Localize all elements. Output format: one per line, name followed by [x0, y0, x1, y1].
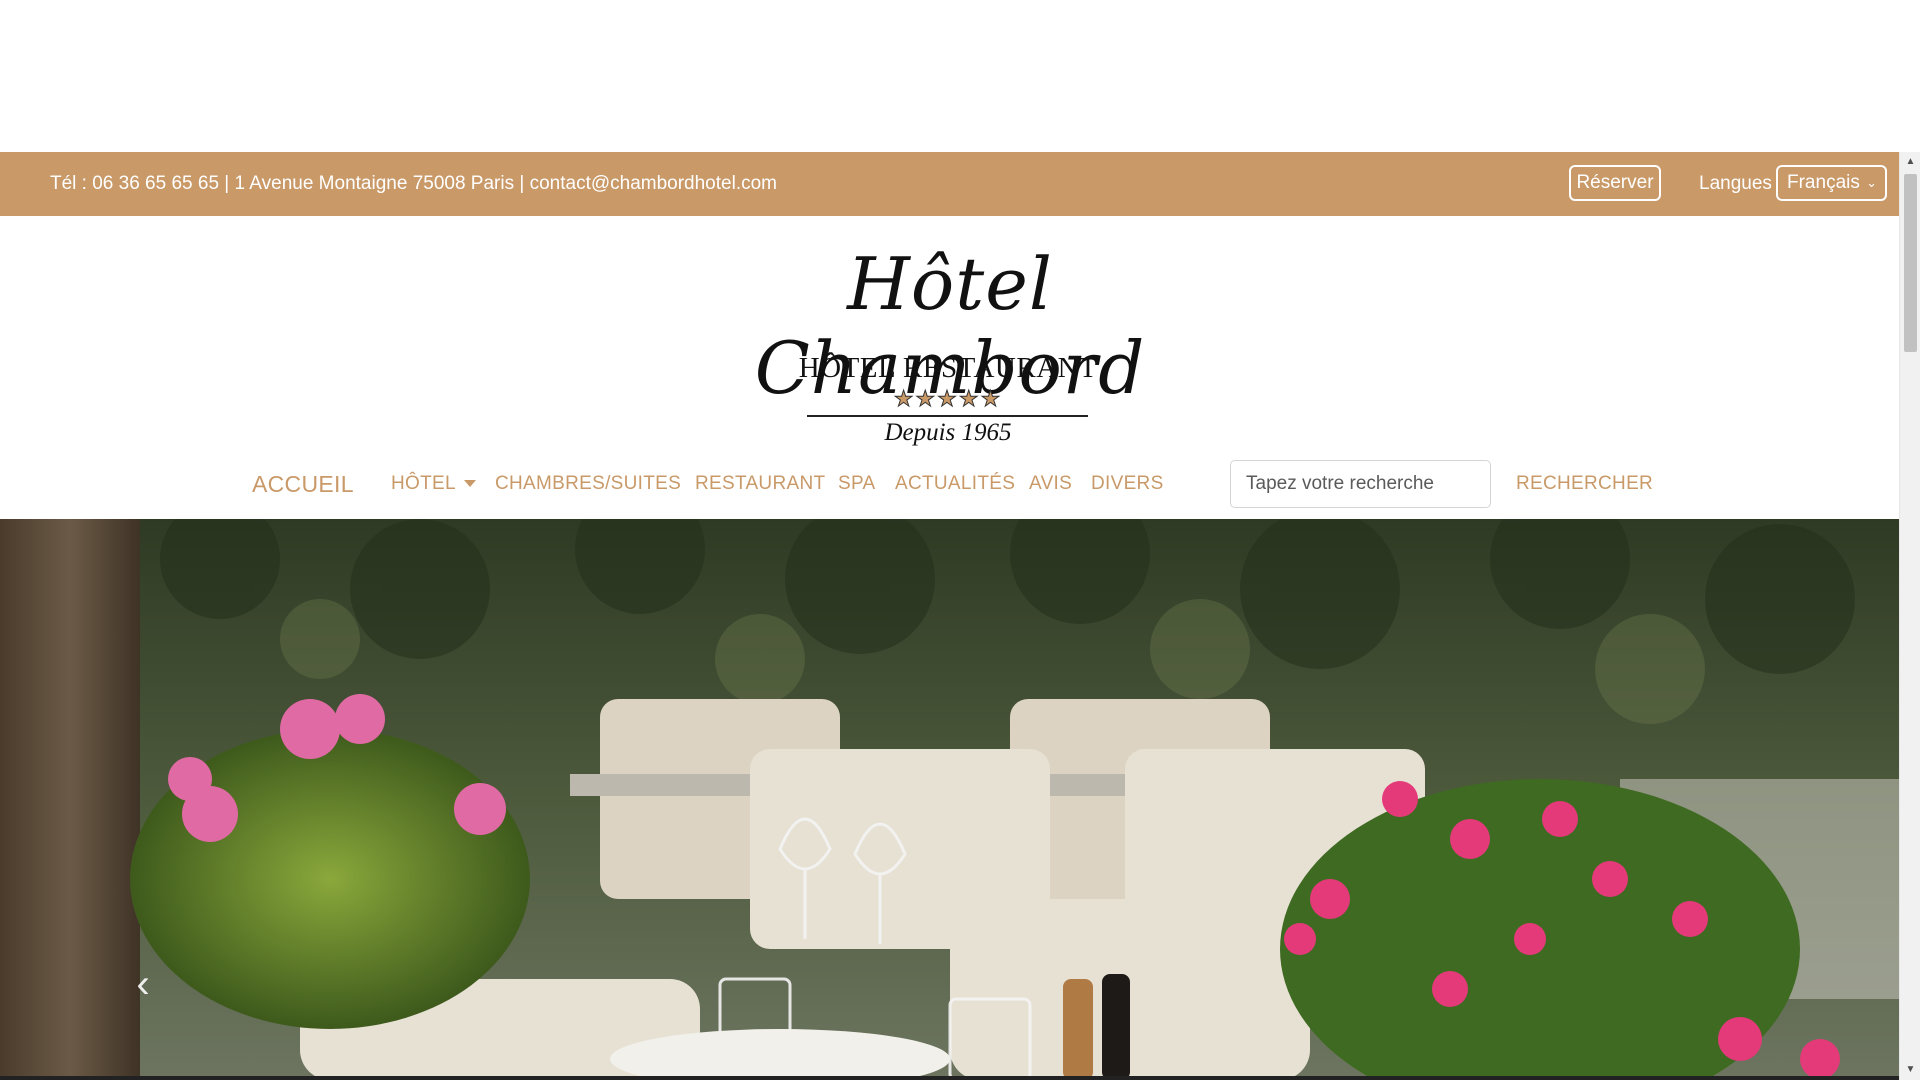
- nav-item-avis[interactable]: AVIS: [1029, 458, 1072, 510]
- nav-item-spa[interactable]: SPA: [838, 458, 876, 510]
- nav-item-restaurant[interactable]: RESTAURANT: [695, 458, 825, 510]
- page-bottom-border: [0, 1076, 1899, 1080]
- language-select[interactable]: Français ⌄: [1776, 165, 1887, 201]
- search-button[interactable]: RECHERCHER: [1516, 458, 1653, 510]
- hero-carousel: ‹: [0, 519, 1899, 1080]
- site-logo[interactable]: Hôtel Chambord HÔTEL RESTAURANT ★★★★★ De…: [0, 216, 1899, 456]
- nav-item-accueil[interactable]: ACCUEIL: [252, 458, 354, 510]
- scroll-thumb[interactable]: [1904, 174, 1917, 352]
- top-info-bar: Tél : 06 36 65 65 65 | 1 Avenue Montaign…: [0, 152, 1899, 216]
- language-selected-value: Français: [1787, 172, 1860, 193]
- search-input[interactable]: [1230, 460, 1491, 508]
- nav-item-hotel[interactable]: HÔTEL: [391, 458, 476, 510]
- reserve-button[interactable]: Réserver: [1569, 165, 1661, 201]
- nav-item-chambres-suites[interactable]: CHAMBRES/SUITES: [495, 458, 681, 510]
- nav-item-actualites[interactable]: ACTUALITÉS: [895, 458, 1015, 510]
- scroll-up-arrow-icon[interactable]: ▲: [1900, 154, 1920, 170]
- logo-subtitle: HÔTEL RESTAURANT: [798, 352, 1098, 384]
- page-top-blank-area: [0, 0, 1920, 152]
- nav-item-divers[interactable]: DIVERS: [1091, 458, 1164, 510]
- caret-down-icon: [463, 480, 476, 488]
- scroll-down-arrow-icon[interactable]: ▼: [1900, 1062, 1920, 1078]
- main-navigation: ACCUEIL HÔTEL CHAMBRES/SUITES RESTAURANT…: [0, 458, 1899, 518]
- logo-stars-icon: ★★★★★: [893, 386, 1003, 412]
- hero-terrace-photo: [0, 519, 1899, 1080]
- chevron-down-icon: ⌄: [1866, 175, 1877, 190]
- logo-divider: [807, 415, 1088, 417]
- carousel-prev-arrow-icon[interactable]: ‹: [128, 959, 158, 1009]
- languages-label: Langues: [1699, 173, 1772, 194]
- nav-item-hotel-label: HÔTEL: [391, 473, 456, 494]
- contact-info-text: Tél : 06 36 65 65 65 | 1 Avenue Montaign…: [50, 173, 777, 194]
- logo-since-text: Depuis 1965: [884, 419, 1012, 446]
- vertical-scrollbar[interactable]: ▲ ▼: [1899, 152, 1920, 1080]
